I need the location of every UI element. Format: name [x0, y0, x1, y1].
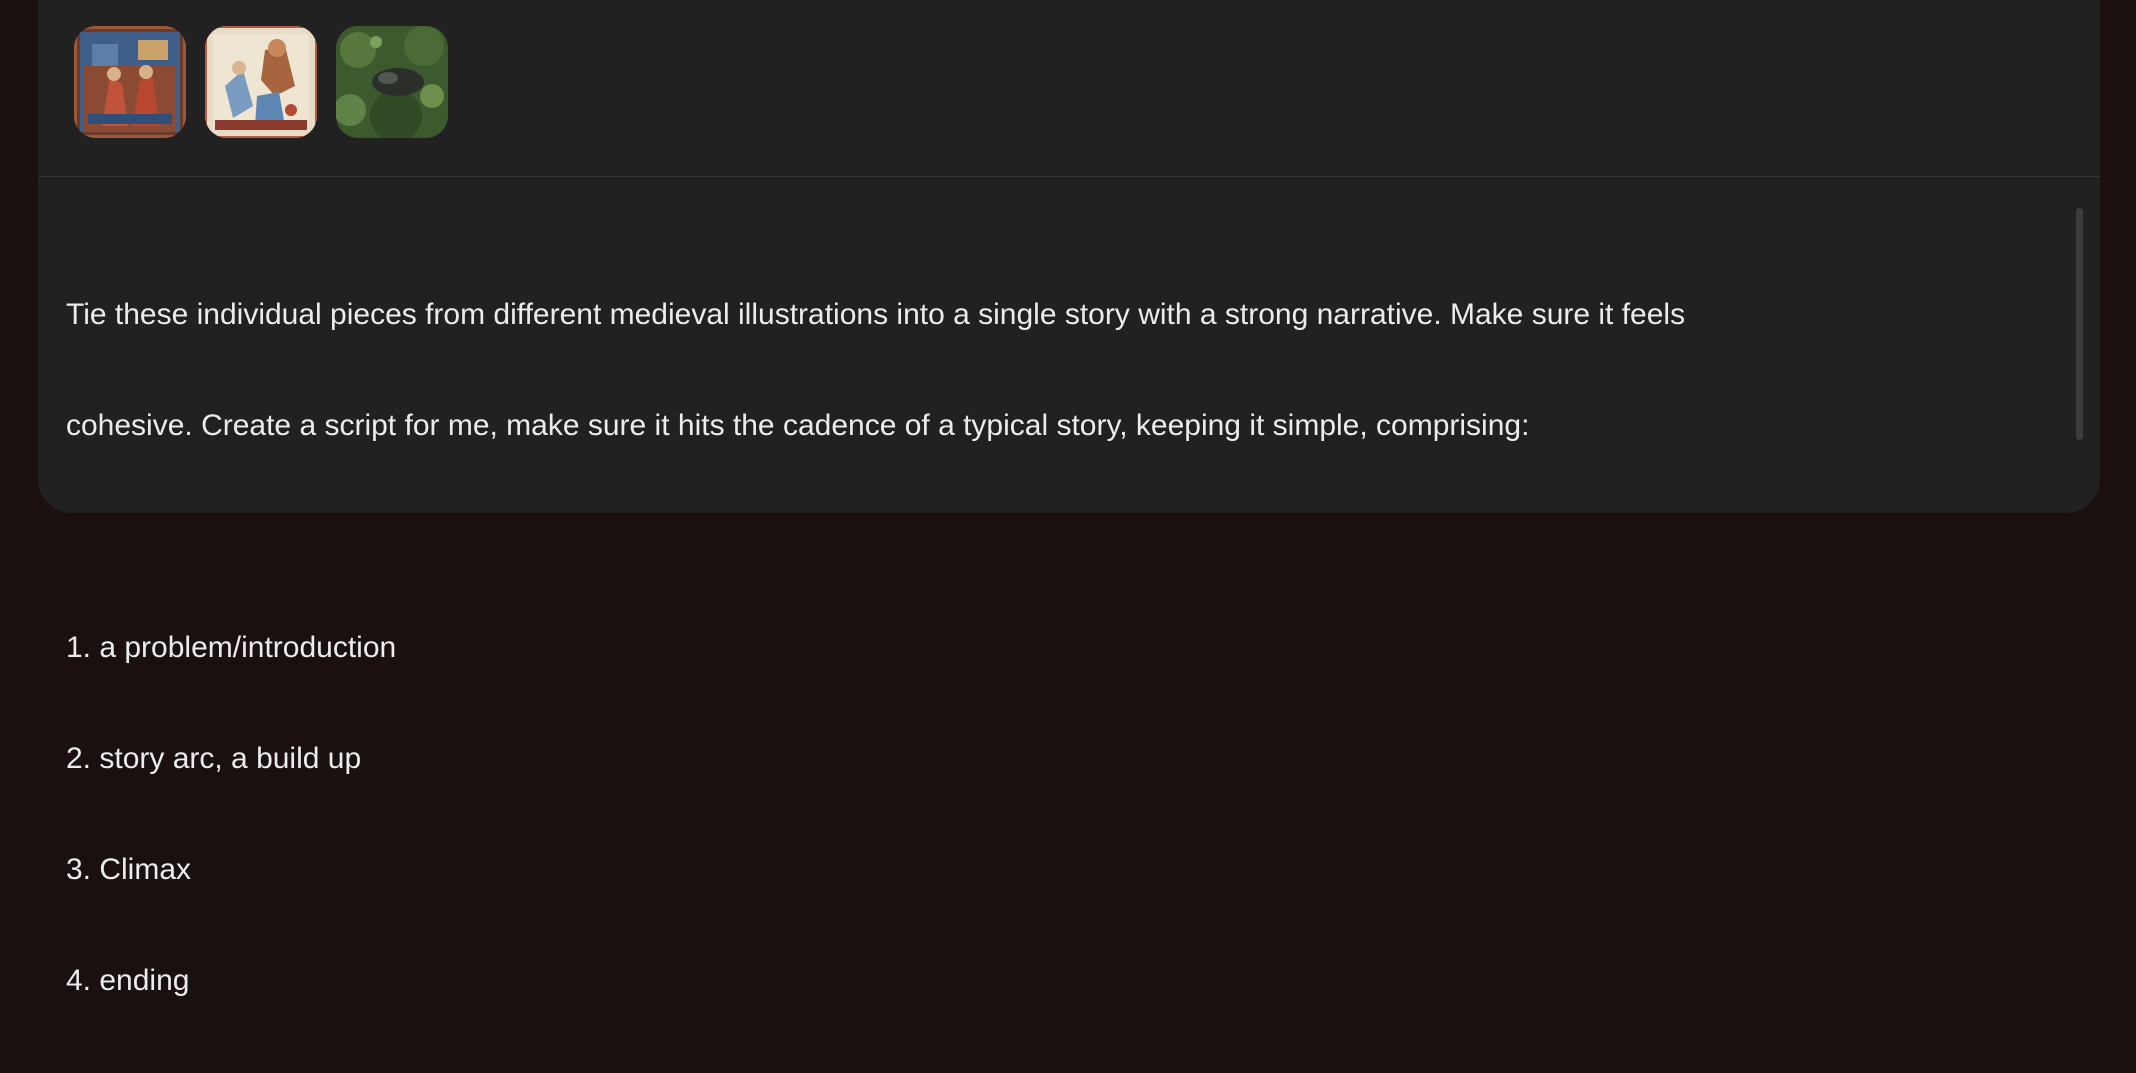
prompt-list-item: 1. a problem/introduction [66, 631, 397, 664]
attachment-row [74, 26, 448, 138]
composer-panel: Tie these individual pieces from differe… [38, 0, 2100, 997]
medieval-illustration-icon [74, 26, 186, 138]
prompt-scrollbar[interactable] [2076, 208, 2083, 440]
attachment-thumbnail-3[interactable] [336, 26, 448, 138]
prompt-line-1: Tie these individual pieces from differe… [66, 298, 1686, 331]
prompt-line-2: cohesive. Create a script for me, make s… [66, 409, 1530, 442]
prompt-list-item: 2. story arc, a build up [66, 742, 362, 775]
prompt-list-item: 4. ending [66, 964, 190, 997]
attachment-thumbnail-2[interactable] [205, 26, 317, 138]
attachment-divider [38, 176, 2100, 177]
prompt-input[interactable]: Tie these individual pieces from differe… [66, 222, 2016, 1073]
prompt-list-item: 3. Climax [66, 853, 192, 886]
medieval-illustration-icon [205, 26, 317, 138]
medieval-illustration-icon [336, 26, 448, 138]
attachment-thumbnail-1[interactable] [74, 26, 186, 138]
prompt-blank-line [66, 518, 2016, 555]
